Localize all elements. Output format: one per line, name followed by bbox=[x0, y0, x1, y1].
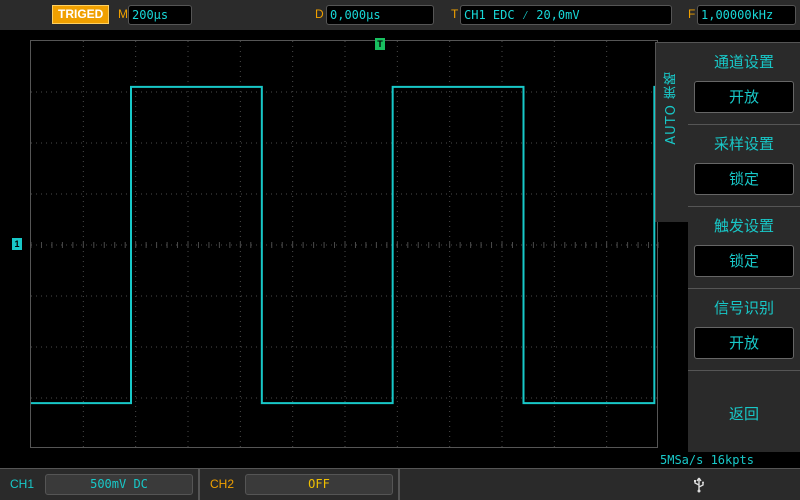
timebase-value[interactable]: 200µs bbox=[128, 5, 192, 25]
menu-item-value: 开放 bbox=[694, 81, 794, 113]
menu-item-sampling[interactable]: 采样设置 锁定 bbox=[688, 124, 800, 206]
auto-strategy-tab[interactable]: AUTO 策略 bbox=[655, 42, 688, 222]
ch2-label: CH2 bbox=[210, 477, 235, 491]
menu-item-trigger[interactable]: 触发设置 锁定 bbox=[688, 206, 800, 288]
trigger-position-marker[interactable]: T bbox=[375, 38, 385, 50]
return-label: 返回 bbox=[728, 405, 759, 423]
side-menu: 通道设置 开放 采样设置 锁定 触发设置 锁定 信号识别 开放 返回 bbox=[688, 42, 800, 452]
delay-value[interactable]: 0,000µs bbox=[326, 5, 434, 25]
menu-item-title: 信号识别 bbox=[713, 299, 774, 317]
ch1-setting[interactable]: 500mV DC bbox=[45, 474, 193, 495]
menu-item-value: 锁定 bbox=[694, 245, 794, 277]
usb-icon bbox=[690, 476, 708, 494]
delay-label: D bbox=[315, 7, 324, 21]
frequency-label: F bbox=[688, 7, 696, 21]
grid-canvas bbox=[31, 41, 659, 449]
menu-item-signal-recognition[interactable]: 信号识别 开放 bbox=[688, 288, 800, 370]
waveform-grid bbox=[30, 40, 659, 449]
timebase-label: M bbox=[118, 7, 128, 21]
return-button[interactable]: 返回 bbox=[688, 370, 800, 452]
ch1-ground-marker[interactable]: 1 bbox=[12, 238, 22, 250]
ch1-label: CH1 bbox=[10, 477, 35, 491]
menu-item-title: 通道设置 bbox=[713, 53, 774, 71]
auto-strategy-label: AUTO 策略 bbox=[664, 71, 679, 145]
trigger-status-badge: TRIGED bbox=[52, 5, 110, 24]
trigger-label: T bbox=[451, 7, 459, 21]
sample-info: 5MSa/s 16kpts bbox=[660, 453, 754, 467]
menu-item-channel[interactable]: 通道设置 开放 bbox=[688, 42, 800, 124]
divider bbox=[198, 469, 200, 500]
ch2-setting[interactable]: OFF bbox=[245, 474, 393, 495]
channel-bar: CH1 500mV DC CH2 OFF bbox=[0, 468, 800, 500]
status-bar: TRIGED M 200µs D 0,000µs T CH1 EDC ⁄ 20,… bbox=[0, 0, 800, 30]
menu-item-value: 锁定 bbox=[694, 163, 794, 195]
menu-item-title: 触发设置 bbox=[713, 217, 774, 235]
divider bbox=[398, 469, 400, 500]
frequency-value: 1,00000kHz bbox=[697, 5, 796, 25]
trigger-value[interactable]: CH1 EDC ⁄ 20,0mV bbox=[460, 5, 672, 25]
menu-item-title: 采样设置 bbox=[713, 135, 774, 153]
menu-item-value: 开放 bbox=[694, 327, 794, 359]
